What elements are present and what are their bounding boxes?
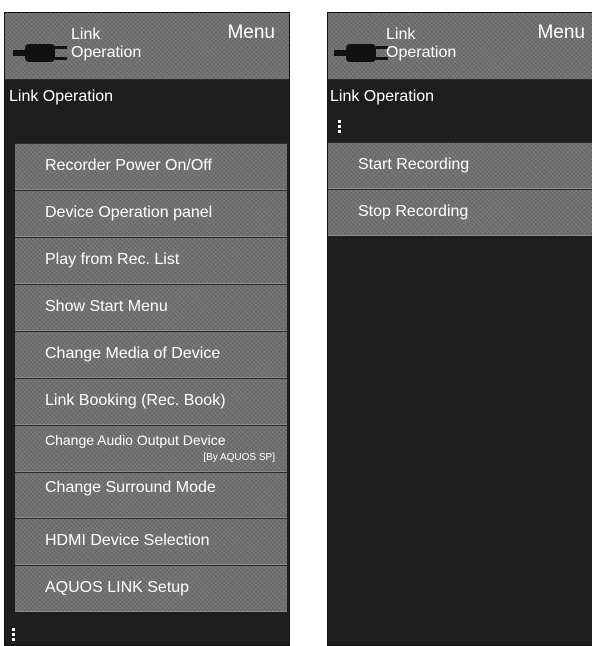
more-items-indicator-icon	[338, 120, 341, 135]
left-menu-panel: Link Operation Menu Link Operation Recor…	[4, 12, 290, 646]
menu-header: Link Operation Menu	[328, 13, 592, 80]
menu-item-label: Start Recording	[358, 156, 470, 173]
header-title: Link Operation	[386, 26, 456, 62]
header-title-line2: Operation	[386, 44, 457, 61]
menu-item-link-booking[interactable]: Link Booking (Rec. Book)	[15, 378, 287, 425]
header-title: Link Operation	[71, 26, 141, 62]
menu-item-change-audio-output[interactable]: Change Audio Output Device [By AQUOS SP]	[15, 425, 287, 472]
menu-header: Link Operation Menu	[5, 13, 289, 80]
link-plug-icon	[334, 44, 388, 62]
header-title-line2: Operation	[71, 44, 142, 61]
section-subtitle: Link Operation	[9, 88, 114, 105]
menu-item-label: Play from Rec. List	[45, 251, 180, 268]
menu-item-label: Device Operation panel	[45, 204, 213, 221]
menu-list: Start Recording Stop Recording	[328, 142, 592, 236]
menu-item-stop-recording[interactable]: Stop Recording	[328, 189, 592, 236]
header-title-line1: Link	[71, 26, 101, 43]
menu-item-label: Link Booking (Rec. Book)	[45, 392, 226, 409]
menu-item-aquos-link-setup[interactable]: AQUOS LINK Setup	[15, 565, 287, 612]
menu-list: Recorder Power On/Off Device Operation p…	[15, 143, 287, 612]
more-items-indicator-icon	[12, 628, 15, 643]
menu-item-change-surround[interactable]: Change Surround Mode	[15, 472, 287, 518]
link-plug-icon	[13, 44, 67, 62]
menu-item-label: Stop Recording	[358, 203, 469, 220]
menu-item-start-recording[interactable]: Start Recording	[328, 142, 592, 189]
menu-item-device-operation-panel[interactable]: Device Operation panel	[15, 190, 287, 237]
menu-item-change-media[interactable]: Change Media of Device	[15, 331, 287, 378]
menu-item-label: Change Surround Mode	[45, 479, 216, 496]
menu-item-label: AQUOS LINK Setup	[45, 579, 190, 596]
right-menu-panel: Link Operation Menu Link Operation Start…	[327, 12, 592, 646]
menu-item-label: Change Media of Device	[45, 345, 221, 362]
menu-item-label: Recorder Power On/Off	[45, 157, 212, 174]
menu-item-label: HDMI Device Selection	[45, 532, 210, 549]
menu-item-label: Change Audio Output Device	[45, 432, 226, 448]
menu-item-label: Show Start Menu	[45, 298, 168, 315]
menu-title: Menu	[537, 22, 585, 43]
section-subtitle: Link Operation	[330, 88, 435, 105]
header-title-line1: Link	[386, 26, 416, 43]
menu-item-hdmi-device-selection[interactable]: HDMI Device Selection	[15, 518, 287, 565]
menu-item-sublabel: [By AQUOS SP]	[203, 452, 275, 463]
menu-item-recorder-power[interactable]: Recorder Power On/Off	[15, 143, 287, 190]
menu-item-show-start-menu[interactable]: Show Start Menu	[15, 284, 287, 331]
menu-title: Menu	[227, 22, 275, 43]
menu-item-play-from-rec-list[interactable]: Play from Rec. List	[15, 237, 287, 284]
